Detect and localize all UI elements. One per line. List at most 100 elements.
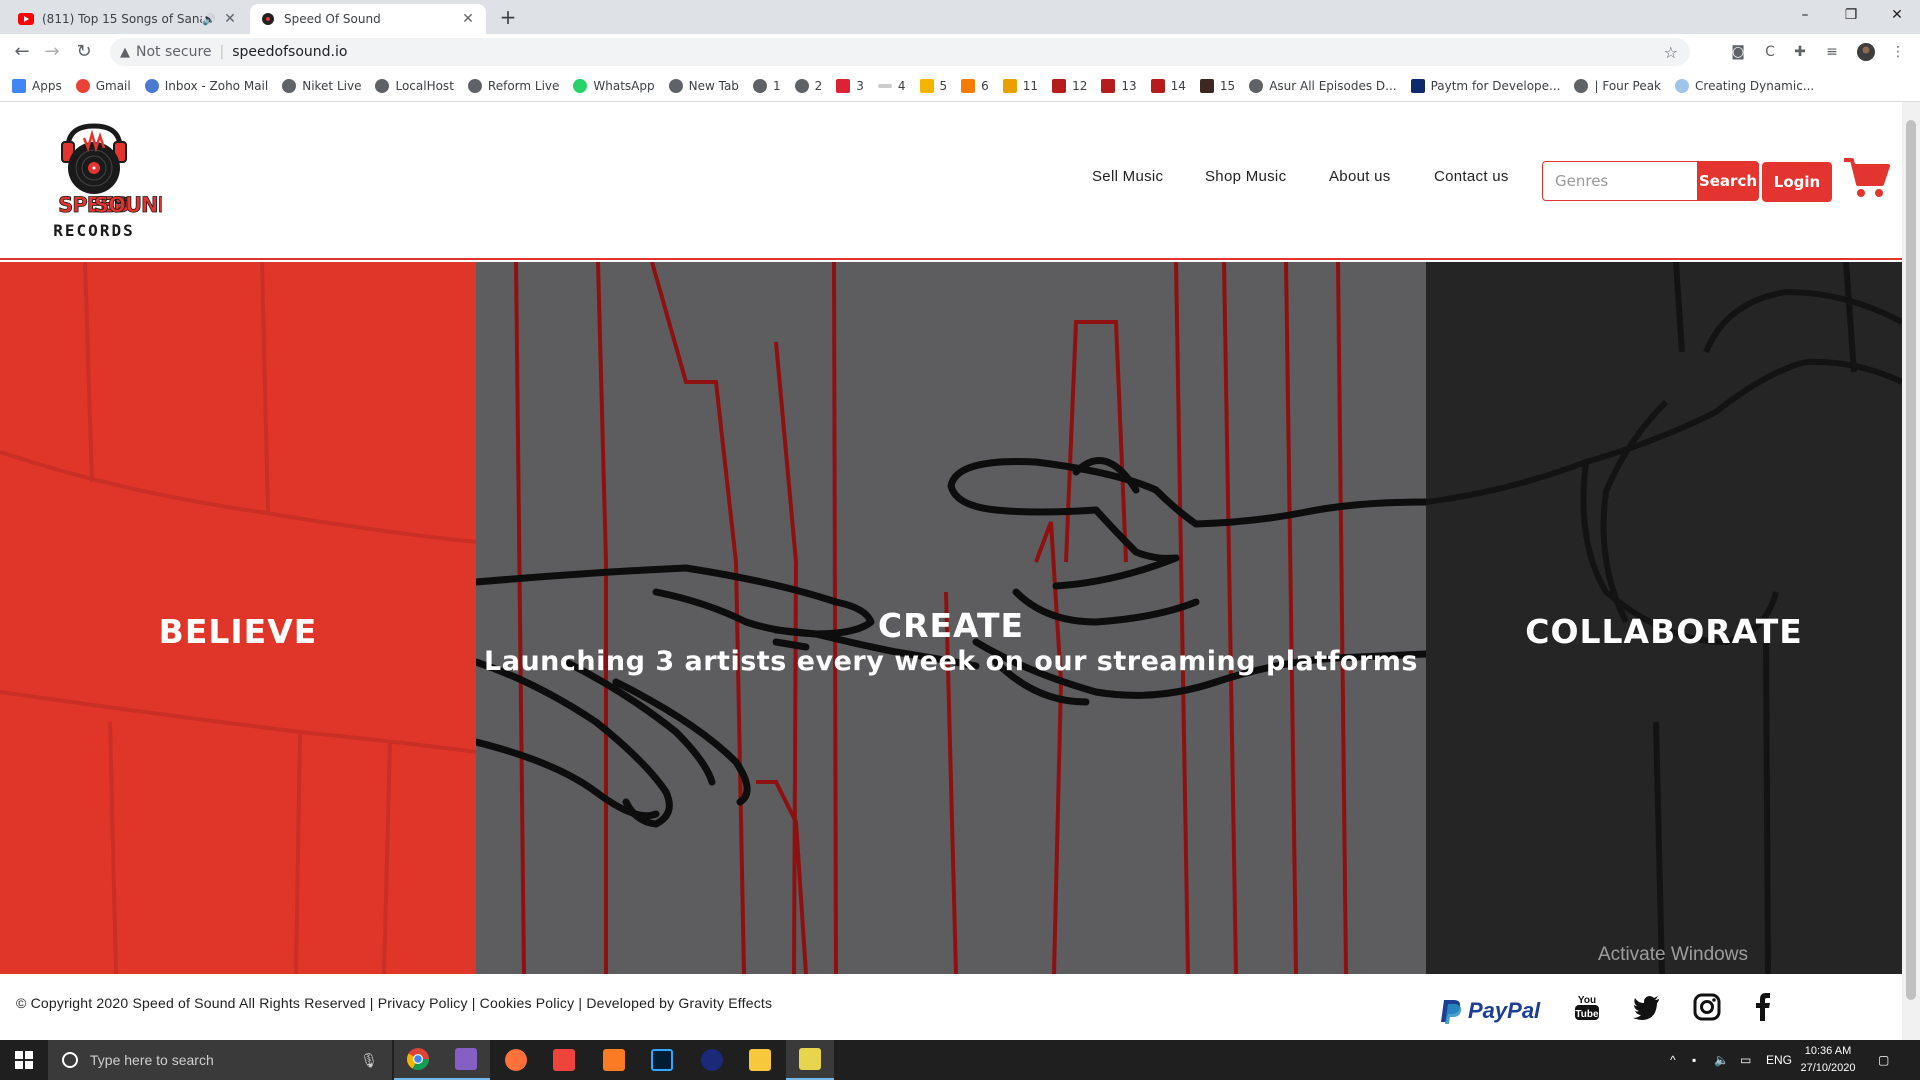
back-icon[interactable]: ←	[10, 40, 34, 64]
twitter-icon[interactable]	[1632, 992, 1662, 1022]
url-text[interactable]: speedofsound.io	[232, 44, 347, 60]
bookmark-paytm[interactable]: Paytm for Develope...	[1410, 78, 1561, 93]
bookmark-apps[interactable]: Apps	[12, 78, 62, 93]
bookmark-11[interactable]: 11	[1002, 78, 1038, 93]
chrome-taskbar-icon[interactable]	[394, 1040, 442, 1080]
bookmark-label: Paytm for Develope...	[1430, 78, 1561, 93]
paypal-icon	[1441, 1000, 1462, 1024]
bookmark-gmail[interactable]: Gmail	[75, 78, 131, 93]
genre-search-input[interactable]: Genres	[1542, 161, 1698, 201]
bookmark-13[interactable]: 13	[1101, 78, 1137, 93]
extension-c-icon[interactable]: C	[1760, 42, 1780, 62]
bookmark-12[interactable]: 12	[1052, 78, 1087, 93]
site-icon	[836, 78, 851, 93]
bookmark-zoho[interactable]: Inbox - Zoho Mail	[144, 78, 268, 93]
copyright-text[interactable]: © Copyright 2020 Speed of Sound All Righ…	[16, 995, 772, 1011]
bookmark-star-icon[interactable]: ☆	[1664, 43, 1678, 62]
photoshop-taskbar-icon[interactable]	[638, 1040, 686, 1080]
facebook-icon[interactable]	[1748, 992, 1778, 1022]
show-hidden-icons-icon[interactable]: ^	[1670, 1040, 1676, 1080]
xampp-taskbar-icon[interactable]	[590, 1040, 638, 1080]
tab-speed-of-sound[interactable]: Speed Of Sound ✕	[250, 4, 486, 34]
new-tab-button[interactable]: +	[496, 6, 520, 30]
maximize-button[interactable]: ❐	[1828, 0, 1874, 30]
nav-sell-music[interactable]: Sell Music	[1092, 168, 1163, 185]
search-button[interactable]: Search	[1697, 161, 1759, 201]
microphone-icon[interactable]: 🎙	[360, 1052, 378, 1069]
firefox-taskbar-icon[interactable]	[492, 1040, 540, 1080]
close-window-button[interactable]: ✕	[1874, 0, 1920, 30]
flag-icon[interactable]: ▪	[1692, 1040, 1696, 1080]
bookmark-asur[interactable]: Asur All Episodes D...	[1249, 78, 1397, 93]
bookmark-2[interactable]: 2	[794, 78, 822, 93]
believe-panel[interactable]: BELIEVE	[0, 262, 476, 974]
notifications-icon[interactable]: ▢	[1878, 1040, 1889, 1080]
minimize-button[interactable]: –	[1782, 0, 1828, 30]
forward-icon[interactable]: →	[40, 40, 64, 64]
photoshop-icon	[651, 1049, 673, 1071]
app-taskbar-icon[interactable]	[786, 1040, 834, 1080]
youtube-icon[interactable]: You Tube	[1572, 992, 1602, 1022]
bookmark-15[interactable]: 15	[1199, 78, 1235, 93]
security-label[interactable]: Not secure	[136, 44, 212, 60]
svg-text:Tube: Tube	[1575, 1009, 1599, 1020]
globe-icon	[375, 78, 390, 93]
collaborate-heading: COLLABORATE	[1525, 612, 1803, 651]
bookmark-4[interactable]: 4	[877, 79, 906, 93]
bookmark-label: WhatsApp	[593, 78, 655, 93]
page-scrollbar[interactable]	[1902, 102, 1920, 1040]
taskbar-search-placeholder: Type here to search	[90, 1052, 214, 1068]
login-button[interactable]: Login	[1762, 162, 1832, 202]
visual-studio-taskbar-icon[interactable]	[442, 1040, 490, 1080]
tab-youtube[interactable]: (811) Top 15 Songs of Sanam 🔊 ✕	[8, 4, 248, 34]
nav-about-us[interactable]: About us	[1329, 168, 1391, 185]
windows-taskbar: Type here to search 🎙 ^ ▪ 🔈 ▭ ENG 10:36 …	[0, 1040, 1920, 1080]
anydesk-taskbar-icon[interactable]	[540, 1040, 588, 1080]
file-explorer-taskbar-icon[interactable]	[736, 1040, 784, 1080]
browser-tab-bar: (811) Top 15 Songs of Sanam 🔊 ✕ Speed Of…	[0, 0, 1920, 34]
scrollbar-thumb[interactable]	[1906, 120, 1916, 1000]
whatsapp-icon	[573, 78, 588, 93]
browser-taskbar-icon[interactable]	[688, 1040, 736, 1080]
nav-contact-us[interactable]: Contact us	[1434, 168, 1509, 185]
network-icon[interactable]: ▭	[1740, 1040, 1751, 1080]
clock-time: 10:36 AM	[1804, 1045, 1852, 1057]
bookmark-reform-live[interactable]: Reform Live	[467, 78, 559, 93]
bookmark-label: 3	[856, 78, 864, 93]
collaborate-panel[interactable]: COLLABORATE	[1426, 262, 1902, 974]
taskbar-clock[interactable]: 10:36 AM 27/10/2020	[1788, 1043, 1868, 1077]
nav-shop-music[interactable]: Shop Music	[1205, 168, 1286, 185]
bookmark-5[interactable]: 5	[919, 78, 947, 93]
svg-text:SOUND: SOUND	[94, 193, 162, 217]
warning-icon[interactable]: ▲	[120, 45, 130, 60]
bookmark-niket-live[interactable]: Niket Live	[282, 78, 361, 93]
speed-of-sound-logo[interactable]: SPEED OF SOUND RECORDS	[26, 120, 176, 246]
bookmark-localhost[interactable]: LocalHost	[375, 78, 454, 93]
speaker-icon[interactable]: 🔊	[202, 13, 216, 26]
reading-list-icon[interactable]: ≡	[1822, 42, 1842, 62]
windows-start-icon[interactable]	[0, 1040, 48, 1080]
camera-icon[interactable]: ◙	[1728, 42, 1748, 62]
shopping-cart-icon[interactable]	[1842, 156, 1890, 200]
paypal-logo[interactable]: PayPal	[1440, 998, 1540, 1024]
close-tab-icon[interactable]: ✕	[222, 11, 238, 27]
volume-icon[interactable]: 🔈	[1714, 1040, 1729, 1080]
taskbar-search-input[interactable]: Type here to search 🎙	[48, 1040, 392, 1080]
bookmark-14[interactable]: 14	[1150, 78, 1186, 93]
profile-avatar[interactable]	[1856, 42, 1876, 62]
url-bar[interactable]: ▲ Not secure | speedofsound.io ☆	[110, 38, 1690, 66]
reload-icon[interactable]: ↻	[72, 40, 96, 64]
puzzle-icon[interactable]: ✚	[1790, 42, 1810, 62]
bookmark-new-tab[interactable]: New Tab	[668, 78, 739, 93]
tab-title: Speed Of Sound	[284, 12, 381, 26]
bookmark-3[interactable]: 3	[836, 78, 864, 93]
bookmark-1[interactable]: 1	[752, 78, 781, 93]
instagram-icon[interactable]	[1692, 992, 1722, 1022]
bookmark-6[interactable]: 6	[961, 78, 989, 93]
create-panel[interactable]: CREATE Launching 3 artists every week on…	[476, 262, 1426, 974]
bookmark-whatsapp[interactable]: WhatsApp	[573, 78, 655, 93]
close-tab-icon[interactable]: ✕	[460, 11, 476, 27]
bookmark-four-peak[interactable]: | Four Peak	[1574, 78, 1661, 93]
menu-icon[interactable]: ⋮	[1888, 42, 1908, 62]
bookmark-creating-dynamic[interactable]: Creating Dynamic...	[1675, 78, 1814, 93]
